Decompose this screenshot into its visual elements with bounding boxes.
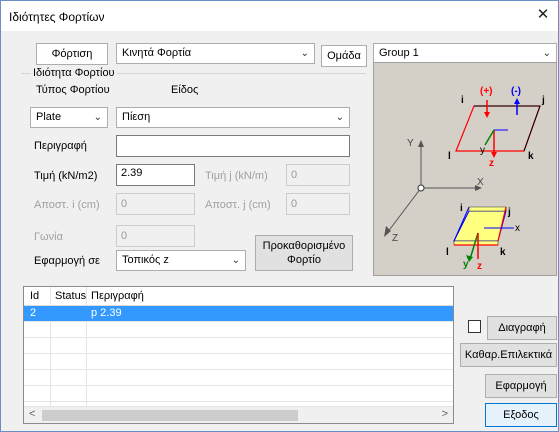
chevron-down-icon: ⌄ [542, 48, 551, 59]
local-y-label-bottom: y [463, 259, 469, 270]
chevron-down-icon: ⌄ [231, 255, 240, 266]
dist-i-label: Αποστ. i (cm) [34, 199, 100, 211]
loads-table[interactable]: Id Status Περιγραφή 2 p 2.39 < > [23, 286, 454, 424]
value-j-input[interactable]: 0 [286, 164, 350, 186]
plate-diagram: Y X Z i j l k (+) (-) y z x i j l k y z [384, 86, 545, 272]
scroll-right-icon[interactable]: > [442, 408, 448, 420]
angle-input[interactable]: 0 [116, 225, 195, 247]
angle-label: Γωνία [34, 231, 63, 243]
node-l-label-bottom: l [446, 247, 449, 258]
description-label: Περιγραφή [34, 140, 87, 152]
table-row[interactable] [24, 322, 453, 338]
apply-on-label: Εφαρμογή σε [34, 255, 100, 267]
predefined-load-button[interactable]: Προκαθορισμένο Φορτίο [255, 235, 353, 271]
local-x-label: x [515, 223, 520, 234]
horizontal-scrollbar[interactable]: < > [24, 406, 453, 423]
table-row[interactable] [24, 386, 453, 402]
window-title: Ιδιότητες Φορτίων [9, 10, 105, 24]
axis-x-label: X [477, 177, 484, 188]
close-icon[interactable]: ✕ [532, 5, 554, 25]
row-description: p 2.39 [91, 307, 122, 319]
exit-button[interactable]: Εξοδος [485, 403, 557, 427]
group-select[interactable]: Group 1 ⌄ [373, 43, 557, 64]
group-value: Group 1 [379, 47, 419, 59]
column-header-status[interactable]: Status [55, 290, 86, 302]
kind-label: Είδος [171, 84, 199, 96]
axis-y-label: Y [407, 138, 414, 149]
table-row[interactable] [24, 370, 453, 386]
table-row[interactable] [24, 354, 453, 370]
scroll-thumb[interactable] [42, 410, 298, 421]
type-value: Plate [36, 111, 62, 123]
tab-loading[interactable]: Φόρτιση [36, 43, 108, 65]
clear-selected-button[interactable]: Καθαρ.Επιλεκτικά [460, 343, 557, 367]
kind-value: Πίεση [122, 111, 151, 123]
node-j-label: j [541, 95, 545, 106]
local-y-label: y [480, 145, 485, 156]
table-row[interactable]: 2 p 2.39 [24, 306, 453, 322]
description-input[interactable] [116, 135, 350, 157]
apply-button[interactable]: Εφαρμογή [485, 374, 557, 398]
chevron-down-icon: ⌄ [93, 112, 102, 123]
delete-button[interactable]: Διαγραφή [487, 316, 557, 340]
apply-on-select[interactable]: Τοπικός z ⌄ [116, 250, 246, 271]
table-header: Id Status Περιγραφή [24, 287, 453, 306]
type-select[interactable]: Plate ⌄ [30, 107, 108, 128]
dialog-window: Ιδιότητες Φορτίων ✕ Φόρτιση Κινητά Φορτί… [0, 0, 559, 432]
chevron-down-icon: ⌄ [300, 48, 309, 59]
value-j-label: Τιμή j (kN/m) [205, 170, 268, 182]
load-preview-diagram: Y X Z i j l k (+) (-) y z x i j l k y z [373, 62, 557, 276]
select-checkbox[interactable] [468, 320, 481, 333]
dist-i-input[interactable]: 0 [116, 193, 195, 215]
column-header-description[interactable]: Περιγραφή [91, 290, 144, 302]
value-label: Τιμή (kN/m2) [34, 170, 98, 182]
row-id: 2 [30, 307, 37, 319]
title-bar: Ιδιότητες Φορτίων ✕ [1, 1, 558, 31]
node-i-label: i [461, 95, 464, 106]
node-i-label-bottom: i [460, 203, 463, 214]
load-kind-select[interactable]: Κινητά Φορτία ⌄ [116, 43, 315, 64]
group-title: Ιδιότητα Φορτίου [31, 67, 117, 79]
axis-z-label: Z [392, 233, 398, 244]
predefined-load-line1: Προκαθορισμένο [262, 240, 346, 252]
node-l-label: l [448, 151, 451, 162]
tab-group[interactable]: Ομάδα [321, 45, 367, 67]
dist-j-label: Αποστ. j (cm) [205, 199, 271, 211]
type-label: Τύπος Φορτίου [36, 84, 110, 96]
value-input[interactable]: 2.39 [116, 164, 195, 186]
node-j-label-bottom: j [507, 207, 511, 218]
local-z-label-bottom: z [477, 261, 482, 272]
table-row[interactable] [24, 338, 453, 354]
chevron-down-icon: ⌄ [335, 112, 344, 123]
node-k-label-bottom: k [500, 247, 506, 258]
dist-j-input[interactable]: 0 [286, 193, 350, 215]
negative-load-label: (-) [511, 86, 521, 97]
node-k-label: k [528, 151, 534, 162]
predefined-load-line2: Φορτίο [287, 254, 321, 266]
load-kind-value: Κινητά Φορτία [122, 47, 192, 59]
positive-load-label: (+) [480, 86, 493, 97]
local-z-label: z [489, 158, 494, 169]
scroll-left-icon[interactable]: < [29, 408, 35, 420]
kind-select[interactable]: Πίεση ⌄ [116, 107, 350, 128]
column-header-id[interactable]: Id [30, 290, 39, 302]
apply-on-value: Τοπικός z [122, 254, 169, 266]
